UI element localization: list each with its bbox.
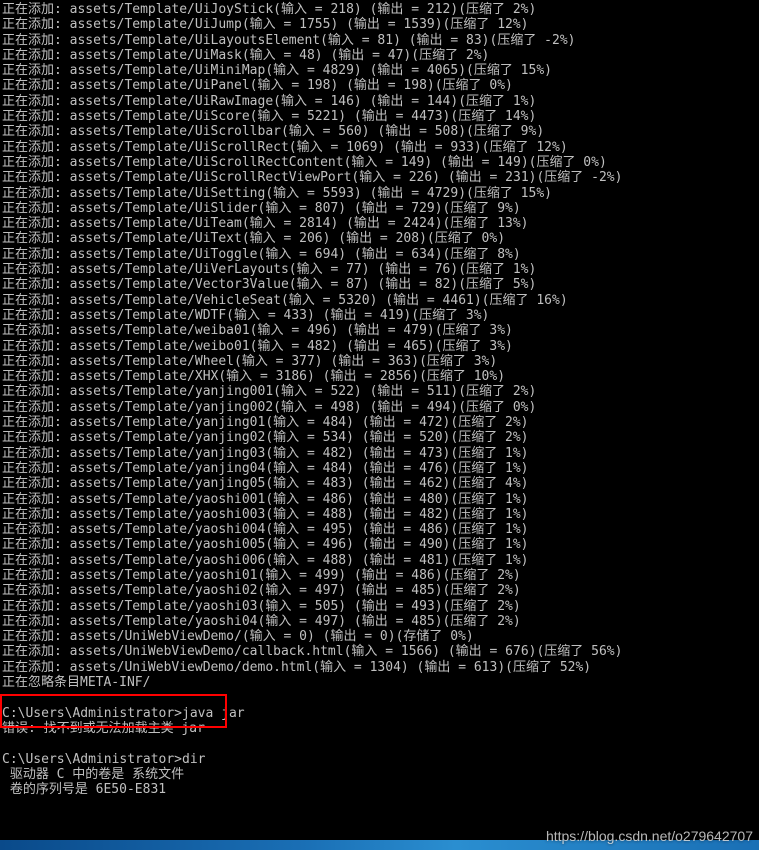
log-line: 正在添加: assets/UniWebViewDemo/(输入 = 0) (输出… [2,629,759,644]
log-line: 正在添加: assets/Template/UiSetting(输入 = 559… [2,186,759,201]
log-line: 正在添加: assets/Template/UiJump(输入 = 1755) … [2,17,759,32]
log-line: 正在添加: assets/Template/yaoshi01(输入 = 499)… [2,568,759,583]
log-line: 正在添加: assets/Template/yaoshi02(输入 = 497)… [2,583,759,598]
error-line: 错误: 找不到或无法加载主类 jar [2,721,759,736]
log-line: 正在添加: assets/Template/UiRawImage(输入 = 14… [2,94,759,109]
log-line: 正在添加: assets/Template/UiScrollbar(输入 = 5… [2,124,759,139]
log-line: 正在添加: assets/Template/UiPanel(输入 = 198) … [2,78,759,93]
log-line: 正在添加: assets/Template/yaoshi003(输入 = 488… [2,507,759,522]
log-line: 正在添加: assets/Template/UiJoyStick(输入 = 21… [2,2,759,17]
skip-line: 正在忽略条目META-INF/ [2,675,759,690]
log-line: 正在添加: assets/Template/UiMask(输入 = 48) (输… [2,48,759,63]
log-line: 正在添加: assets/Template/yaoshi001(输入 = 486… [2,492,759,507]
log-line: 正在添加: assets/Template/UiToggle(输入 = 694)… [2,247,759,262]
log-line: 正在添加: assets/Template/UiScore(输入 = 5221)… [2,109,759,124]
log-line: 正在添加: assets/Template/weiba01(输入 = 496) … [2,323,759,338]
log-line: 正在添加: assets/Template/yanjing05(输入 = 483… [2,476,759,491]
log-line: 正在添加: assets/Template/XHX(输入 = 3186) (输出… [2,369,759,384]
log-line: 正在添加: assets/Template/UiScrollRect(输入 = … [2,140,759,155]
log-line: 正在添加: assets/Template/yanjing002(输入 = 49… [2,400,759,415]
log-line: 正在添加: assets/Template/UiScrollRectConten… [2,155,759,170]
log-line: 正在添加: assets/Template/Wheel(输入 = 377) (输… [2,354,759,369]
log-line: 正在添加: assets/Template/yanjing04(输入 = 484… [2,461,759,476]
log-line: 正在添加: assets/Template/UiLayoutsElement(输… [2,33,759,48]
log-line: 正在添加: assets/Template/yaoshi005(输入 = 496… [2,537,759,552]
log-line: 正在添加: assets/Template/VehicleSeat(输入 = 5… [2,293,759,308]
log-line: 正在添加: assets/Template/UiSlider(输入 = 807)… [2,201,759,216]
prompt-line: C:\Users\Administrator>java jar [2,706,759,721]
log-line: 正在添加: assets/Template/yanjing01(输入 = 484… [2,415,759,430]
log-line: 正在添加: assets/Template/yanjing03(输入 = 482… [2,446,759,461]
log-line: 正在添加: assets/Template/UiScrollRectViewPo… [2,170,759,185]
log-line: 正在添加: assets/Template/yaoshi04(输入 = 497)… [2,614,759,629]
serial-line: 卷的序列号是 6E50-E831 [2,782,759,797]
log-line: 正在添加: assets/Template/UiVerLayouts(输入 = … [2,262,759,277]
log-line: 正在添加: assets/Template/yaoshi03(输入 = 505)… [2,599,759,614]
blank-line [2,690,759,705]
log-line: 正在添加: assets/Template/yaoshi006(输入 = 488… [2,553,759,568]
log-line: 正在添加: assets/Template/UiTeam(输入 = 2814) … [2,216,759,231]
blank-line [2,736,759,751]
terminal-output[interactable]: 正在添加: assets/Template/UiJoyStick(输入 = 21… [0,0,759,797]
log-line: 正在添加: assets/Template/yaoshi004(输入 = 495… [2,522,759,537]
log-line: 正在添加: assets/UniWebViewDemo/demo.html(输入… [2,660,759,675]
watermark-text: https://blog.csdn.net/o279642707 [546,829,753,844]
log-line: 正在添加: assets/Template/UiMiniMap(输入 = 482… [2,63,759,78]
prompt-line: C:\Users\Administrator>dir [2,752,759,767]
log-line: 正在添加: assets/Template/yanjing02(输入 = 534… [2,430,759,445]
log-line: 正在添加: assets/Template/Vector3Value(输入 = … [2,277,759,292]
drive-line: 驱动器 C 中的卷是 系统文件 [2,767,759,782]
log-line: 正在添加: assets/Template/yanjing001(输入 = 52… [2,384,759,399]
log-line: 正在添加: assets/Template/UiText(输入 = 206) (… [2,231,759,246]
log-line: 正在添加: assets/UniWebViewDemo/callback.htm… [2,644,759,659]
log-line: 正在添加: assets/Template/WDTF(输入 = 433) (输出… [2,308,759,323]
log-line: 正在添加: assets/Template/weibo01(输入 = 482) … [2,339,759,354]
